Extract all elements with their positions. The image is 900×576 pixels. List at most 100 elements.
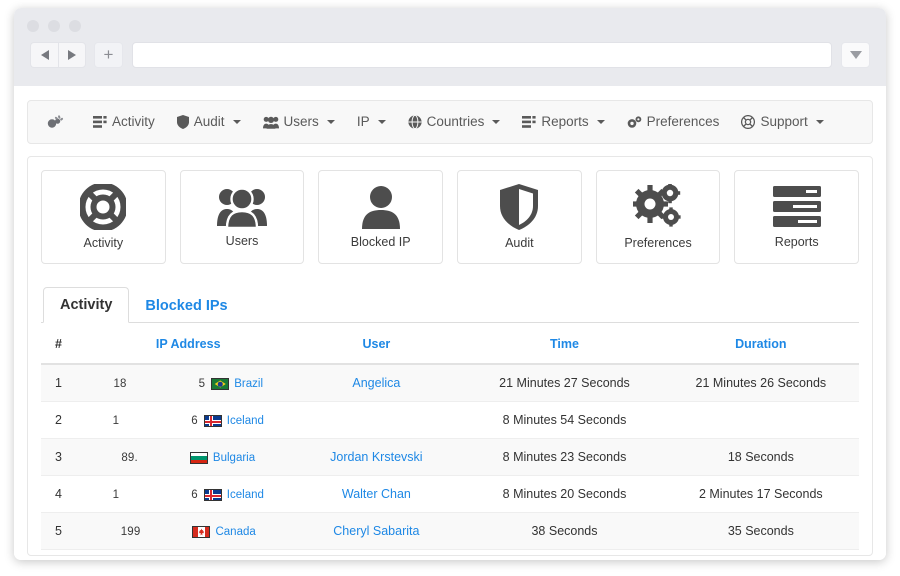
user-link[interactable]: Walter Chan <box>286 475 467 513</box>
user-icon <box>361 185 400 229</box>
flag-icon-ca <box>192 526 211 538</box>
nav-item-label: Activity <box>112 114 155 129</box>
row-number: 5 <box>41 512 91 550</box>
ip-address-cell-content: 1 6 Iceland <box>113 415 264 427</box>
nav-item-label: Support <box>760 114 808 129</box>
table-row[interactable]: 4 1 6 Iceland Walter Chan 8 Minutes 20 Second… <box>41 475 859 513</box>
back-button[interactable] <box>30 42 58 68</box>
card-label: Activity <box>83 236 124 250</box>
row-number: 4 <box>41 475 91 513</box>
column-header-user[interactable]: User <box>286 323 467 365</box>
country-link[interactable]: Bulgaria <box>213 452 255 464</box>
page-content: Activity Audit Users IP Countries Report… <box>14 86 886 560</box>
country-link[interactable]: Iceland <box>227 489 264 501</box>
nav-item-activity[interactable]: Activity <box>82 101 166 143</box>
chevron-down-icon <box>232 120 241 124</box>
history-dropdown-button[interactable] <box>841 42 870 68</box>
ip-address-text: 89. <box>121 452 138 464</box>
nav-item-users[interactable]: Users <box>252 101 346 143</box>
shield-icon <box>176 115 189 129</box>
forward-button[interactable] <box>58 42 86 68</box>
nav-item-countries[interactable]: Countries <box>397 101 512 143</box>
minimize-window-button[interactable] <box>48 20 60 32</box>
duration-cell: 18 Seconds <box>662 438 859 476</box>
table-row[interactable]: 3 89. Bulgaria Jordan Krstevski 8 Minutes 23… <box>41 438 859 476</box>
url-input[interactable] <box>132 42 832 68</box>
ip-address-cell: 1 6 Iceland <box>90 401 287 439</box>
time-cell: 8 Minutes 23 Seconds <box>466 438 663 476</box>
close-window-button[interactable] <box>27 20 39 32</box>
table-row[interactable]: 1 18 5 Brazil Angelica 21 Minutes 27 Seconds 2… <box>41 364 859 402</box>
globe-icon <box>407 115 422 129</box>
duration-cell: 2 Minutes 17 Seconds <box>662 475 859 513</box>
card-reports[interactable]: Reports <box>734 170 860 264</box>
arrow-left-icon <box>40 50 49 60</box>
card-blocked-ip[interactable]: Blocked IP <box>318 170 444 264</box>
column-header-number[interactable]: # <box>41 323 91 365</box>
tab-activity[interactable]: Activity <box>43 287 130 323</box>
nav-item-support[interactable]: Support <box>730 101 834 143</box>
country-link[interactable]: Iceland <box>227 415 264 427</box>
user-link[interactable] <box>286 401 467 439</box>
lifebuoy-icon <box>741 115 756 129</box>
table-header-row: # IP Address User Time Duration <box>41 323 859 365</box>
new-tab-button[interactable]: + <box>94 42 123 68</box>
duration-cell: 35 Seconds <box>662 512 859 550</box>
time-cell: 8 Minutes 54 Seconds <box>466 401 663 439</box>
table-row[interactable]: 2 1 6 Iceland 8 Minutes 54 Seconds <box>41 401 859 439</box>
ip-address-text: 199 <box>120 526 141 538</box>
nav-item-audit[interactable]: Audit <box>166 101 252 143</box>
card-users[interactable]: Users <box>179 170 305 264</box>
table-row[interactable]: 5 199 Canada Cheryl Sabarita 38 Seconds 35 Se… <box>41 512 859 550</box>
time-cell: 38 Seconds <box>466 512 663 550</box>
card-activity[interactable]: Activity <box>41 170 166 264</box>
nav-item-preferences[interactable]: Preferences <box>616 101 731 143</box>
duration-cell: 21 Minutes 26 Seconds <box>662 364 859 402</box>
browser-window: + Activity Audit Users IP Countries Repo… <box>14 8 886 560</box>
card-preferences[interactable]: Preferences <box>595 170 721 264</box>
time-cell: 21 Minutes 27 Seconds <box>466 364 663 402</box>
window-controls <box>27 20 81 32</box>
ip-address-text: 16 <box>112 415 198 427</box>
browser-chrome: + <box>14 8 886 86</box>
list-icon <box>93 116 107 128</box>
main-navbar: Activity Audit Users IP Countries Report… <box>27 100 873 144</box>
ip-address-text: 18 5 <box>113 378 206 390</box>
nav-item-ip[interactable]: IP <box>346 101 397 143</box>
ip-address-cell-content: 199 Canada <box>121 526 256 538</box>
country-link[interactable]: Brazil <box>234 378 263 390</box>
chevron-down-icon <box>596 120 605 124</box>
shortcut-cards: Activity Users Blocked IP Audit Preferen… <box>41 170 860 264</box>
column-header-ip[interactable]: IP Address <box>90 323 287 365</box>
ip-address-text: 16 <box>112 489 198 501</box>
activity-table: # IP Address User Time Duration 1 18 5 Braz… <box>41 323 859 550</box>
ip-address-cell: 89. Bulgaria <box>90 438 287 476</box>
maximize-window-button[interactable] <box>69 20 81 32</box>
column-header-duration[interactable]: Duration <box>662 323 859 365</box>
nav-item-label: Reports <box>541 114 589 129</box>
lifebuoy-icon <box>80 184 127 230</box>
brand-logo-icon[interactable] <box>42 109 68 135</box>
card-label: Blocked IP <box>350 235 411 249</box>
user-link[interactable]: Angelica <box>286 364 467 402</box>
tab-blocked-ips[interactable]: Blocked IPs <box>129 289 243 323</box>
ip-address-cell: 199 Canada <box>90 512 287 550</box>
duration-cell <box>662 401 859 439</box>
content-panel: Activity Users Blocked IP Audit Preferen… <box>27 156 873 556</box>
country-link[interactable]: Canada <box>215 526 255 538</box>
column-header-time[interactable]: Time <box>466 323 663 365</box>
shield-icon <box>500 184 539 230</box>
nav-item-reports[interactable]: Reports <box>511 101 615 143</box>
ip-address-cell: 1 6 Iceland <box>90 475 287 513</box>
arrow-right-icon <box>68 50 76 60</box>
card-audit[interactable]: Audit <box>457 170 582 264</box>
user-link[interactable]: Cheryl Sabarita <box>286 512 467 550</box>
gears-icon <box>633 184 683 230</box>
browser-toolbar: + <box>14 42 886 68</box>
table-body: 1 18 5 Brazil Angelica 21 Minutes 27 Seconds 2… <box>41 364 859 550</box>
users-icon <box>262 116 279 129</box>
gears-icon <box>627 115 642 129</box>
chevron-down-icon <box>326 120 335 124</box>
user-link[interactable]: Jordan Krstevski <box>286 438 467 476</box>
card-label: Preferences <box>624 236 692 250</box>
